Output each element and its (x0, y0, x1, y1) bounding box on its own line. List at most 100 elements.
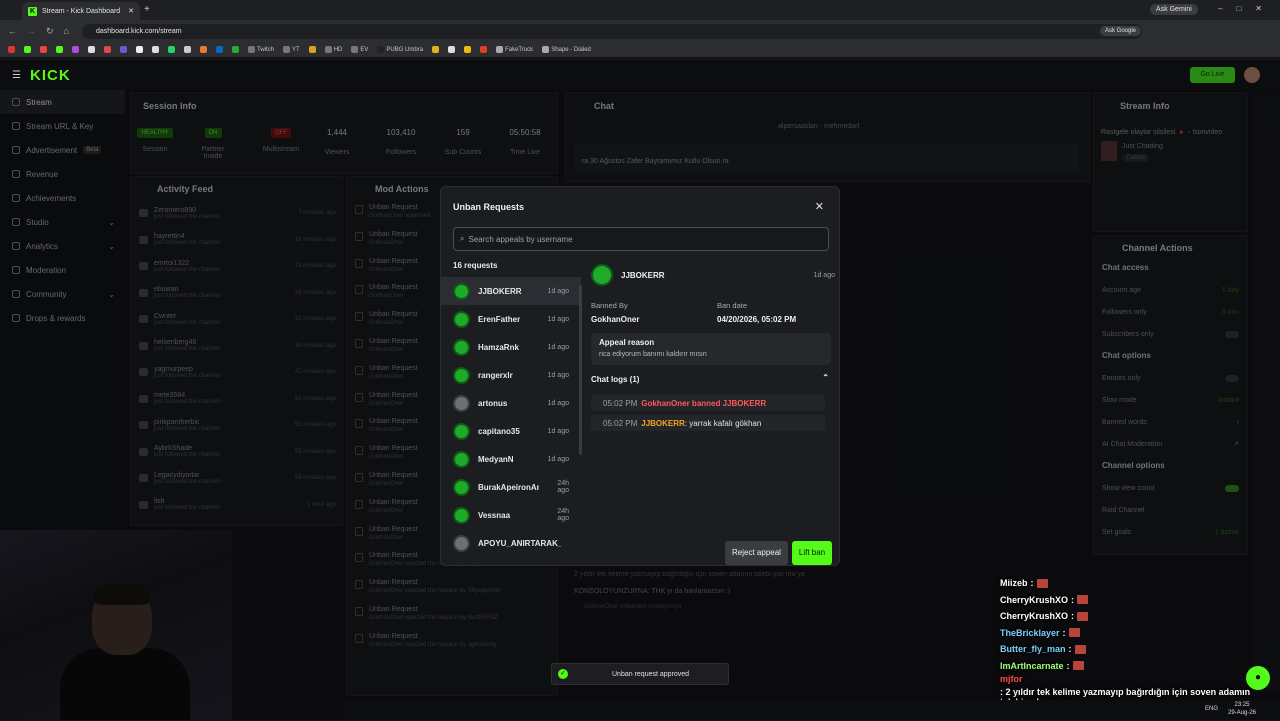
overlay-chat-colon: : (1071, 594, 1075, 605)
overlay-chat-username: CherryKrushXO (1000, 611, 1069, 622)
overlay-chat-line: Butter_fly_man: (1000, 641, 1280, 658)
bookmark-icon[interactable] (120, 46, 127, 53)
request-item[interactable]: rangerxlr 1d ago (441, 361, 581, 389)
reload-icon[interactable]: ↻ (46, 26, 54, 37)
kick-logo[interactable]: KICK (30, 67, 71, 84)
folder-icon (283, 46, 291, 53)
bookmark-icon[interactable] (448, 46, 456, 53)
request-item[interactable]: MedyanN 1d ago (441, 445, 581, 473)
request-time: 1d ago (547, 343, 569, 351)
log-event: GokhanOner banned JJBOKERR (641, 398, 767, 408)
back-icon[interactable]: ← (8, 26, 17, 36)
overlay-chat-username: ImArtIncarnate (1000, 660, 1064, 671)
chevron-up-icon[interactable]: ⌃ (822, 373, 829, 382)
user-avatar (453, 506, 470, 524)
bookmark-icon[interactable] (40, 46, 47, 53)
requests-list: JJBOKERR 1d ago ErenFather 1d ago HamzaR… (441, 277, 581, 565)
close-icon[interactable]: ✕ (815, 200, 824, 213)
bookmark-label: YT (292, 46, 300, 53)
forward-icon[interactable]: → (27, 26, 36, 36)
bookmark-label: FakeTruck (505, 46, 534, 53)
request-item[interactable]: ErenFather 1d ago (441, 305, 581, 333)
bookmark-shape[interactable]: Shape - Dialed (542, 46, 591, 53)
emote-icon (1077, 595, 1089, 605)
check-icon: ✓ (558, 669, 568, 679)
reject-appeal-button[interactable]: Reject appeal (725, 541, 788, 565)
request-detail: JJBOKERR 1d ago Banned By GokhanOner Ban… (591, 263, 835, 563)
bookmark-pubg[interactable]: PUBG Umbra (377, 46, 423, 53)
emote-icon (1036, 578, 1048, 588)
user-avatar[interactable] (1244, 67, 1260, 83)
bookmark-icon[interactable] (480, 46, 488, 53)
folder-icon (351, 46, 359, 53)
request-username: MedyanN (478, 454, 514, 464)
bookmark-icon[interactable] (308, 46, 316, 53)
shape-icon (542, 46, 550, 53)
bookmark-icon[interactable] (8, 46, 15, 53)
go-live-button[interactable]: Go Live (1190, 67, 1235, 83)
bookmark-icon[interactable] (88, 46, 95, 53)
browser-tab[interactable]: K Stream - Kick Dashboard ✕ (22, 2, 140, 20)
bookmark-icon[interactable] (232, 46, 239, 53)
request-item[interactable]: artonus 1d ago (441, 389, 581, 417)
emote-icon (1072, 661, 1084, 671)
request-item[interactable]: BurakApeironAras 24h ago (441, 473, 581, 501)
chat-logs-header[interactable]: Chat logs (1) ⌃ (591, 373, 831, 384)
ban-date-label: Ban date (717, 301, 748, 310)
bookmark-yt[interactable]: YT (283, 46, 300, 53)
clock-date: 29-Aug-26 (1228, 710, 1257, 716)
taskbar-language[interactable]: ENG (1205, 706, 1218, 712)
truck-icon (496, 46, 504, 53)
bookmark-icon[interactable] (136, 46, 143, 53)
chat-log-line: 05:02 PM JJBOKERR : yarrak kafalı gökhan (591, 415, 825, 431)
overlay-chat-line: TheBricklayer: (1000, 625, 1280, 642)
bookmark-icon[interactable] (104, 46, 111, 53)
overlay-chat-line: CherryKrushXO: (1000, 592, 1280, 609)
bookmark-icon[interactable] (464, 46, 472, 53)
url-field[interactable]: dashboard.kick.com/stream (82, 24, 1142, 39)
bookmark-icon[interactable] (432, 46, 440, 53)
bookmark-icon[interactable] (184, 46, 191, 53)
bookmark-icon[interactable] (200, 46, 207, 53)
bookmark-icon[interactable] (216, 46, 223, 53)
pubg-icon (377, 46, 385, 53)
bookmark-icon[interactable] (168, 46, 175, 53)
bookmark-ev[interactable]: EV (351, 46, 368, 53)
ask-gemini-button[interactable]: Ask Gemini (1150, 4, 1198, 15)
taskbar-clock[interactable]: 23:25 29-Aug-26 (1228, 701, 1256, 717)
banned-by-block: Banned By GokhanOner (591, 301, 639, 324)
bookmark-faketruck[interactable]: FakeTruck (496, 46, 533, 53)
user-avatar (453, 478, 470, 496)
tab-close-icon[interactable]: ✕ (128, 7, 134, 15)
menu-icon[interactable]: ☰ (12, 70, 21, 81)
new-tab-button[interactable]: + (144, 4, 150, 15)
home-icon[interactable]: ⌂ (64, 26, 69, 36)
bookmark-icon[interactable] (72, 46, 79, 53)
requests-scrollbar[interactable] (579, 285, 582, 455)
bookmark-icon[interactable] (56, 46, 63, 53)
request-item[interactable]: HamzaRnk 1d ago (441, 333, 581, 361)
user-avatar (453, 282, 470, 300)
request-time: 1d ago (547, 315, 569, 323)
ask-google-button[interactable]: Ask Google (1100, 26, 1142, 36)
request-time: 24h ago (557, 480, 569, 494)
request-username: JJBOKERR (478, 286, 522, 296)
request-item[interactable]: capitano35 1d ago (441, 417, 581, 445)
overlay-chat-colon: : (1030, 578, 1034, 589)
appeal-text: rica ediyorum banımı kaldırır mısın (599, 351, 707, 358)
request-item[interactable]: APOYU_ANIRTARAK_SIKEN (441, 529, 581, 557)
request-username: rangerxlr (478, 370, 513, 380)
bookmark-hd[interactable]: HD (324, 46, 342, 53)
overlay-chat-username: Butter_fly_man (1000, 644, 1066, 655)
bookmark-icon[interactable] (152, 46, 159, 53)
request-item[interactable]: JJBOKERR 1d ago (441, 277, 581, 305)
chat-log-line: 05:02 PM GokhanOner banned JJBOKERR (591, 395, 825, 411)
request-item[interactable]: Vessnaa 24h ago (441, 501, 581, 529)
overlay-chat-username: mjfor (1000, 674, 1023, 684)
search-icon: ⌕ (460, 234, 465, 243)
bookmark-twitch[interactable]: Twitch (248, 46, 274, 53)
lift-ban-button[interactable]: Lift ban (792, 541, 832, 565)
search-appeals-input[interactable]: ⌕ Search appeals by username (453, 227, 829, 251)
window-controls[interactable]: –□✕ (1218, 4, 1276, 13)
bookmark-icon[interactable] (24, 46, 31, 53)
